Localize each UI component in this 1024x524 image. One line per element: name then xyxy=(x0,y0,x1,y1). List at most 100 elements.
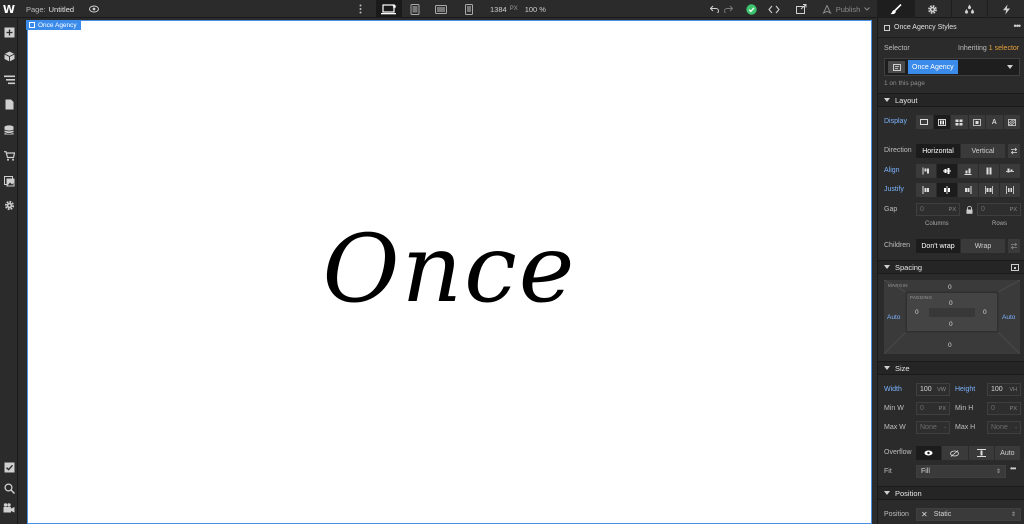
fit-select[interactable]: Fill ⇕ xyxy=(916,465,1006,478)
width-label[interactable]: Width xyxy=(884,386,902,393)
max-width-input[interactable]: None - xyxy=(916,421,950,434)
align-baseline-icon[interactable] xyxy=(1000,164,1021,178)
page-canvas[interactable]: Once xyxy=(27,20,872,524)
display-flex-icon[interactable] xyxy=(933,115,951,129)
overflow-visible-eye-icon[interactable] xyxy=(916,446,943,460)
tab-style-manager[interactable] xyxy=(950,0,988,18)
direction-horizontal-button[interactable]: Horizontal xyxy=(916,144,961,158)
wrap-button[interactable]: Wrap xyxy=(961,239,1006,253)
overflow-scroll-icon[interactable] xyxy=(968,446,995,460)
align-center-icon[interactable] xyxy=(937,164,958,178)
reverse-wrap-icon[interactable] xyxy=(1008,239,1021,253)
webflow-logo-icon[interactable]: W xyxy=(0,0,18,18)
selector-field[interactable]: Once Agency xyxy=(884,58,1020,76)
preview-eye-icon[interactable] xyxy=(88,0,100,18)
mobile-landscape-icon[interactable] xyxy=(428,0,454,18)
audit-checkbox-icon[interactable] xyxy=(3,461,15,473)
ecommerce-cart-icon[interactable] xyxy=(3,150,15,162)
gap-columns-input[interactable]: 0 PX xyxy=(916,203,960,216)
more-options-icon[interactable]: ••• xyxy=(1014,21,1022,31)
add-elements-icon[interactable] xyxy=(3,26,15,38)
page-selector[interactable]: Page: Untitled xyxy=(26,0,74,18)
justify-space-between-icon[interactable] xyxy=(979,183,1000,197)
spacing-section-header[interactable]: Spacing xyxy=(878,260,1024,274)
once-agency-section[interactable]: Once xyxy=(28,21,871,523)
align-label[interactable]: Align xyxy=(884,167,900,174)
padding-left-value[interactable]: 0 xyxy=(915,309,919,316)
justify-start-icon[interactable] xyxy=(916,183,937,197)
tab-style-brush[interactable] xyxy=(877,0,914,18)
more-dots-icon[interactable] xyxy=(355,0,365,18)
width-input[interactable]: 100 VW xyxy=(916,383,950,396)
redo-icon[interactable] xyxy=(722,0,734,18)
direction-vertical-button[interactable]: Vertical xyxy=(961,144,1006,158)
desktop-breakpoint-icon[interactable] xyxy=(376,0,402,18)
justify-space-around-icon[interactable] xyxy=(1000,183,1021,197)
padding-bottom-value[interactable]: 0 xyxy=(949,321,953,328)
overflow-auto-button[interactable]: Auto xyxy=(994,446,1021,460)
publish-button[interactable]: Publish xyxy=(818,0,874,18)
navigator-icon[interactable] xyxy=(3,74,15,86)
layout-section-header[interactable]: Layout xyxy=(878,93,1024,107)
position-value: Static xyxy=(933,511,952,518)
overflow-hidden-icon[interactable] xyxy=(942,446,969,460)
code-export-icon[interactable] xyxy=(766,0,782,18)
display-grid-icon[interactable] xyxy=(951,115,969,129)
display-none-icon[interactable] xyxy=(1003,115,1021,129)
display-block-icon[interactable] xyxy=(916,115,934,129)
gap-rows-input[interactable]: 0 PX xyxy=(977,203,1021,216)
search-icon[interactable] xyxy=(3,482,15,494)
undo-icon[interactable] xyxy=(708,0,720,18)
display-label[interactable]: Display xyxy=(884,118,907,125)
selector-chip[interactable]: Once Agency xyxy=(908,60,958,74)
reverse-direction-icon[interactable] xyxy=(1008,144,1021,158)
pages-icon[interactable] xyxy=(3,98,15,110)
margin-bottom-value[interactable]: 0 xyxy=(948,342,952,349)
max-width-label: Max W xyxy=(884,424,906,431)
position-section-header[interactable]: Position xyxy=(878,486,1024,500)
align-start-icon[interactable] xyxy=(916,164,937,178)
tab-interactions[interactable] xyxy=(987,0,1024,18)
inheriting-info[interactable]: Inheriting 1 selector xyxy=(958,45,1019,52)
min-width-input[interactable]: 0 PX xyxy=(916,402,950,415)
selected-element-tag[interactable]: Once Agency xyxy=(26,20,81,30)
assets-images-icon[interactable] xyxy=(3,175,15,187)
inheriting-link[interactable]: selector xyxy=(995,45,1020,52)
share-icon[interactable] xyxy=(794,0,808,18)
tab-settings[interactable] xyxy=(913,0,951,18)
dont-wrap-button[interactable]: Don't wrap xyxy=(916,239,961,253)
lock-icon[interactable] xyxy=(964,205,974,215)
tablet-breakpoint-icon[interactable] xyxy=(402,0,428,18)
video-tutorial-icon[interactable] xyxy=(3,502,15,514)
max-height-input[interactable]: None - xyxy=(987,421,1021,434)
display-inline-icon[interactable]: A xyxy=(986,115,1004,129)
margin-left-value[interactable]: Auto xyxy=(887,314,900,321)
spacing-box-icon[interactable] xyxy=(1011,264,1019,271)
justify-center-icon[interactable] xyxy=(937,183,958,197)
selector-type-icon[interactable] xyxy=(888,61,905,73)
left-toolbar xyxy=(0,18,18,524)
align-stretch-icon[interactable] xyxy=(979,164,1000,178)
min-height-input[interactable]: 0 PX xyxy=(987,402,1021,415)
justify-label[interactable]: Justify xyxy=(884,186,904,193)
display-inline-block-icon[interactable] xyxy=(968,115,986,129)
cms-database-icon[interactable] xyxy=(3,124,15,136)
element-box-icon xyxy=(884,25,890,31)
padding-top-value[interactable]: 0 xyxy=(949,300,953,307)
height-input[interactable]: 100 VH xyxy=(987,383,1021,396)
hero-heading[interactable]: Once xyxy=(323,215,577,324)
justify-end-icon[interactable] xyxy=(958,183,979,197)
size-section-header[interactable]: Size xyxy=(878,361,1024,375)
margin-right-value[interactable]: Auto xyxy=(1002,314,1015,321)
mobile-portrait-icon[interactable] xyxy=(456,0,482,18)
height-label[interactable]: Height xyxy=(955,386,975,393)
padding-right-value[interactable]: 0 xyxy=(983,309,987,316)
site-status-check-icon[interactable] xyxy=(744,0,758,18)
symbols-cube-icon[interactable] xyxy=(3,50,15,62)
more-options-icon[interactable]: ••• xyxy=(1010,464,1016,473)
settings-gear-icon[interactable] xyxy=(3,199,15,211)
margin-top-value[interactable]: 0 xyxy=(948,284,952,291)
position-select[interactable]: ✕ Static ⇕ xyxy=(916,508,1021,521)
max-height-unit: - xyxy=(1015,424,1017,431)
align-end-icon[interactable] xyxy=(958,164,979,178)
